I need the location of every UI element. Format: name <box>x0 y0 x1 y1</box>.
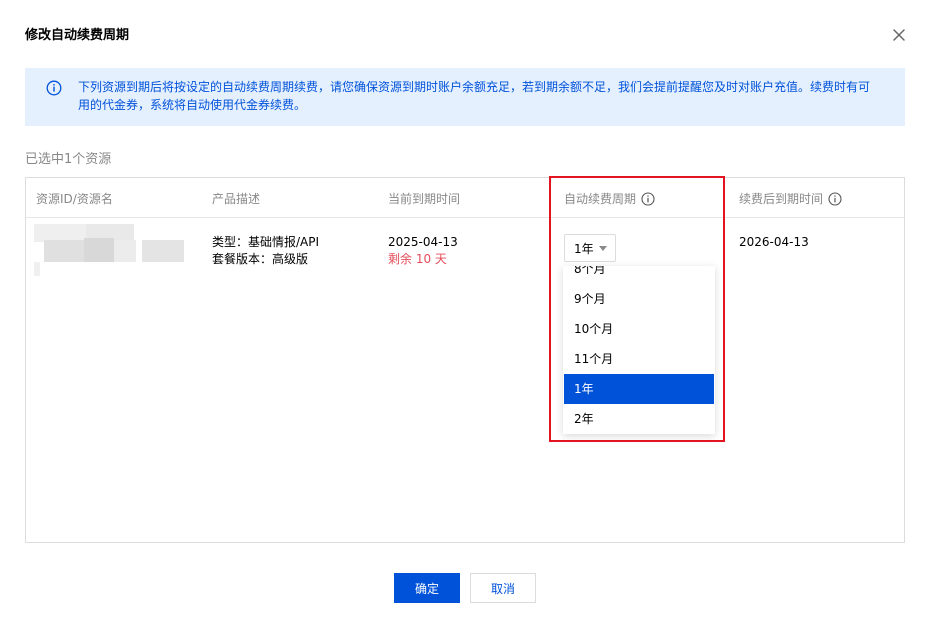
remaining-days: 剩余 10 天 <box>388 252 447 266</box>
product-type: 类型：基础情报/API <box>212 235 320 249</box>
product-plan: 套餐版本：高级版 <box>212 252 309 266</box>
header-current-expiry: 当前到期时间 <box>388 190 460 207</box>
info-circle-icon <box>46 80 62 96</box>
header-new-expiry-label: 续费后到期时间 <box>739 192 824 206</box>
header-resource-label: 资源ID/资源名 <box>36 192 113 206</box>
cancel-button[interactable]: 取消 <box>470 573 536 603</box>
table-header: 资源ID/资源名 产品描述 当前到期时间 自动续费周期 续费后到期时间 <box>26 178 904 218</box>
header-product: 产品描述 <box>212 190 260 207</box>
current-expiry-date: 2025-04-13 <box>388 235 458 249</box>
alert-message: 下列资源到期后将按设定的自动续费周期续费，请您确保资源到期时账户余额充足，若到期… <box>78 80 871 112</box>
header-product-label: 产品描述 <box>212 192 261 206</box>
resource-table: 资源ID/资源名 产品描述 当前到期时间 自动续费周期 续费后到期时间 类型：基… <box>25 177 905 543</box>
highlight-box <box>549 176 725 442</box>
dialog-title: 修改自动续费周期 <box>25 28 130 43</box>
redacted-resource-name <box>34 224 189 279</box>
header-current-expiry-label: 当前到期时间 <box>388 192 461 206</box>
close-icon <box>893 29 905 41</box>
header-resource: 资源ID/资源名 <box>36 190 113 207</box>
selected-count: 已选中1个资源 <box>25 152 112 167</box>
info-icon[interactable] <box>828 191 842 206</box>
close-button[interactable] <box>888 24 910 46</box>
confirm-button[interactable]: 确定 <box>394 573 460 603</box>
header-new-expiry: 续费后到期时间 <box>739 190 842 207</box>
info-alert: 下列资源到期后将按设定的自动续费周期续费，请您确保资源到期时账户余额充足，若到期… <box>25 68 905 126</box>
new-expiry-date: 2026-04-13 <box>739 235 809 249</box>
